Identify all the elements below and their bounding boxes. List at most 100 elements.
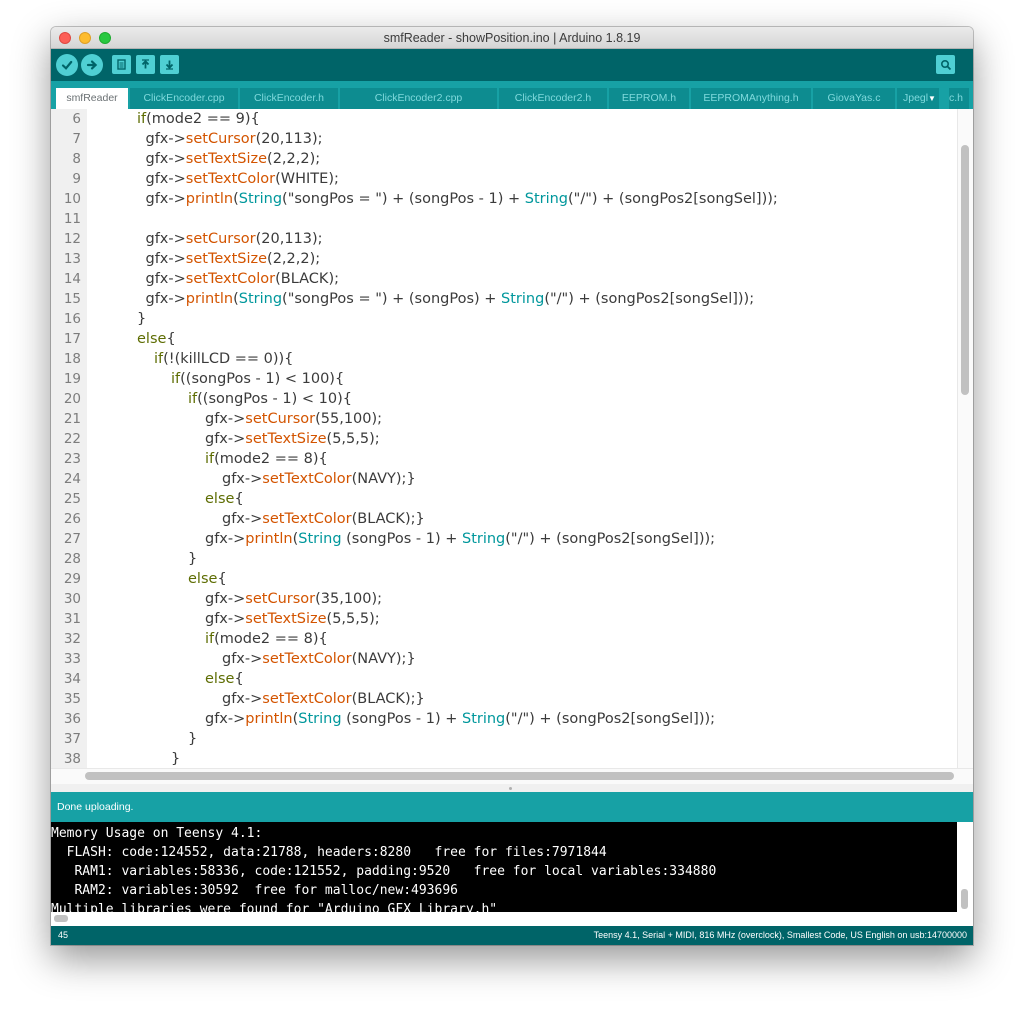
code-line: 23 if(mode2 == 8){ xyxy=(51,449,957,469)
code-text: gfx->setCursor(20,113); xyxy=(145,231,323,247)
title-bar: smfReader - showPosition.ino | Arduino 1… xyxy=(51,27,973,49)
line-number: 29 xyxy=(63,571,81,587)
line-number: 24 xyxy=(63,471,81,487)
line-number: 30 xyxy=(63,591,81,607)
upload-button[interactable] xyxy=(81,54,103,76)
tab-clickencoder2-h[interactable]: ClickEncoder2.h xyxy=(499,88,607,109)
code-line: 12 gfx->setCursor(20,113); xyxy=(51,229,957,249)
code-line: 19 if((songPos - 1) < 100){ xyxy=(51,369,957,389)
line-number: 22 xyxy=(63,431,81,447)
code-text: if(mode2 == 8){ xyxy=(205,451,328,467)
line-number: 6 xyxy=(72,111,81,127)
code-text: gfx->println(String (songPos - 1) + Stri… xyxy=(205,531,716,547)
code-text: if(!(killLCD == 0)){ xyxy=(154,351,294,367)
console-vertical-scrollbar[interactable] xyxy=(957,822,973,926)
code-text: else{ xyxy=(188,571,227,587)
save-sketch-button[interactable] xyxy=(160,55,179,74)
code-text: if(mode2 == 9){ xyxy=(137,111,260,127)
code-text: gfx->println(String("songPos = ") + (son… xyxy=(145,291,755,307)
editor-vertical-scroll-thumb[interactable] xyxy=(961,145,969,395)
line-number: 15 xyxy=(63,291,81,307)
line-number: 37 xyxy=(63,731,81,747)
panel-divider[interactable] xyxy=(51,784,973,792)
console-line: RAM1: variables:58336, code:121552, padd… xyxy=(51,864,717,879)
verify-button[interactable] xyxy=(56,54,78,76)
tab-eeprom-h[interactable]: EEPROM.h xyxy=(609,88,689,109)
tab-giovayas-c[interactable]: GiovaYas.c xyxy=(813,88,895,109)
console-horizontal-scroll-thumb[interactable] xyxy=(54,915,68,922)
code-line: 31 gfx->setTextSize(5,5,5); xyxy=(51,609,957,629)
code-line: 17 else{ xyxy=(51,329,957,349)
divider-grip-icon xyxy=(509,787,512,790)
code-text: gfx->setTextSize(5,5,5); xyxy=(205,431,380,447)
code-editor[interactable]: 6 if(mode2 == 9){ 7 gfx->setCursor(20,113);… xyxy=(51,109,973,768)
save-down-arrow-icon xyxy=(165,60,174,70)
file-tabs: smfReader ClickEncoder.cpp ClickEncoder.… xyxy=(51,81,973,109)
open-up-arrow-icon xyxy=(141,59,150,69)
new-sketch-button[interactable] xyxy=(112,55,131,74)
serial-monitor-button[interactable] xyxy=(936,55,955,74)
tab-smfreader[interactable]: smfReader xyxy=(56,88,128,109)
console-line: Memory Usage on Teensy 4.1: xyxy=(51,826,263,841)
code-text: } xyxy=(171,751,181,767)
code-text: else{ xyxy=(205,491,244,507)
magnifier-icon xyxy=(940,59,951,70)
footer-bar: 45 Teensy 4.1, Serial + MIDI, 816 MHz (o… xyxy=(51,926,973,945)
tab-clickencoder-cpp[interactable]: ClickEncoder.cpp xyxy=(130,88,238,109)
code-text: gfx->setTextColor(WHITE); xyxy=(145,171,339,187)
toolbar xyxy=(51,49,973,81)
line-number: 23 xyxy=(63,451,81,467)
open-sketch-button[interactable] xyxy=(136,55,155,74)
code-line: 32 if(mode2 == 8){ xyxy=(51,629,957,649)
line-number: 17 xyxy=(63,331,81,347)
tab-clickencoder2-cpp[interactable]: ClickEncoder2.cpp xyxy=(340,88,497,109)
line-number: 16 xyxy=(63,311,81,327)
arduino-ide-window: smfReader - showPosition.ino | Arduino 1… xyxy=(51,27,973,945)
editor-horizontal-scroll-thumb[interactable] xyxy=(85,772,954,780)
code-line: 18 if(!(killLCD == 0)){ xyxy=(51,349,957,369)
line-number: 13 xyxy=(63,251,81,267)
line-number: 7 xyxy=(72,131,81,147)
line-number: 26 xyxy=(63,511,81,527)
arrow-right-icon xyxy=(86,60,98,70)
code-line: 8 gfx->setTextSize(2,2,2); xyxy=(51,149,957,169)
line-number: 20 xyxy=(63,391,81,407)
code-text: } xyxy=(137,311,147,327)
line-number: 14 xyxy=(63,271,81,287)
code-line: 26 gfx->setTextColor(BLACK);} xyxy=(51,509,957,529)
console-horizontal-scrollbar[interactable] xyxy=(51,912,957,926)
line-number: 11 xyxy=(63,211,81,227)
code-line: 28} xyxy=(51,549,957,569)
line-number: 36 xyxy=(63,711,81,727)
code-text: if((songPos - 1) < 10){ xyxy=(188,391,352,407)
line-number: 31 xyxy=(63,611,81,627)
console-output[interactable]: Memory Usage on Teensy 4.1: FLASH: code:… xyxy=(51,822,973,926)
console-vertical-scroll-thumb[interactable] xyxy=(961,889,968,909)
tab-c-h[interactable]: c.h xyxy=(949,88,969,109)
code-line: 14 gfx->setTextColor(BLACK); xyxy=(51,269,957,289)
cursor-line-number: 45 xyxy=(58,930,69,940)
window-title: smfReader - showPosition.ino | Arduino 1… xyxy=(383,31,641,45)
code-line: 6 if(mode2 == 9){ xyxy=(51,109,957,129)
line-number: 21 xyxy=(63,411,81,427)
line-number: 28 xyxy=(63,551,81,567)
tab-menu-chevron-icon[interactable]: ▼ xyxy=(925,90,939,107)
console-line: RAM2: variables:30592 free for malloc/ne… xyxy=(51,883,458,898)
code-line: 20 if((songPos - 1) < 10){ xyxy=(51,389,957,409)
code-text: gfx->setTextSize(2,2,2); xyxy=(145,251,321,267)
new-file-icon xyxy=(117,59,126,70)
tab-eepromanything-h[interactable]: EEPROMAnything.h xyxy=(691,88,811,109)
line-number: 27 xyxy=(63,531,81,547)
line-number: 35 xyxy=(63,691,81,707)
code-text: gfx->setTextColor(NAVY);} xyxy=(222,471,416,487)
line-number: 34 xyxy=(63,671,81,687)
code-line: 38} xyxy=(51,749,957,768)
code-line: 21 gfx->setCursor(55,100); xyxy=(51,409,957,429)
code-line: 25 else{ xyxy=(51,489,957,509)
line-number: 9 xyxy=(72,171,81,187)
code-line: 11 xyxy=(51,209,957,229)
code-text: gfx->setCursor(20,113); xyxy=(145,131,323,147)
console-line: FLASH: code:124552, data:21788, headers:… xyxy=(51,845,607,860)
line-number: 32 xyxy=(63,631,81,647)
tab-clickencoder-h[interactable]: ClickEncoder.h xyxy=(240,88,338,109)
